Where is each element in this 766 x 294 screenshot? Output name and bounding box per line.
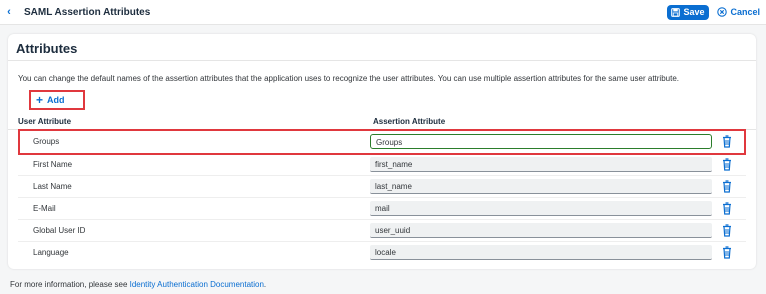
footer-suffix: . [263,280,267,289]
user-attribute-label: E-Mail [33,204,56,213]
card-divider [8,60,756,61]
cancel-circle-icon [717,7,728,17]
table-row: Last Name last_name [8,176,756,198]
trash-icon[interactable] [722,224,732,237]
page-header: ‹ SAML Assertion Attributes Save Cancel [0,0,766,25]
trash-icon[interactable] [722,202,732,215]
back-chevron-icon[interactable]: ‹ [4,6,14,18]
trash-icon[interactable] [722,180,732,193]
trash-icon[interactable] [722,246,732,259]
add-highlight-box: + Add [29,90,85,110]
page-title: SAML Assertion Attributes [24,6,151,18]
documentation-link[interactable]: Identity Authentication Documentation [130,280,264,289]
card-title: Attributes [16,41,78,56]
assertion-attribute-input[interactable]: locale [370,245,712,260]
groups-row-highlight-box [18,129,746,155]
plus-icon: + [36,93,44,107]
user-attribute-label: Global User ID [33,226,86,235]
card-description: You can change the default names of the … [18,74,679,83]
cancel-button[interactable]: Cancel [717,7,760,17]
column-header-assertion-attribute: Assertion Attribute [373,117,446,126]
assertion-attribute-input[interactable]: mail [370,201,712,216]
assertion-attribute-input[interactable]: last_name [370,179,712,194]
footer-info: For more information, please see Identit… [10,280,266,289]
table-row: First Name first_name [8,154,756,176]
user-attribute-label: Language [33,248,69,257]
table-row: Global User ID user_uuid [8,220,756,242]
save-icon [671,7,681,17]
attributes-card: Attributes You can change the default na… [8,34,756,269]
save-button[interactable]: Save [667,4,710,20]
assertion-attribute-input[interactable]: user_uuid [370,223,712,238]
user-attribute-label: First Name [33,160,73,169]
user-attribute-label: Last Name [33,182,72,191]
column-header-user-attribute: User Attribute [18,117,72,126]
save-label: Save [683,7,705,17]
cancel-label: Cancel [730,7,760,17]
add-label: Add [47,95,65,105]
trash-icon[interactable] [722,158,732,171]
add-button[interactable]: + Add [36,94,65,106]
header-actions: Save Cancel [667,4,760,20]
footer-prefix: For more information, please see [10,280,130,289]
table-row: Language locale [8,242,756,264]
table-row: E-Mail mail [8,198,756,220]
assertion-attribute-input[interactable]: first_name [370,157,712,172]
